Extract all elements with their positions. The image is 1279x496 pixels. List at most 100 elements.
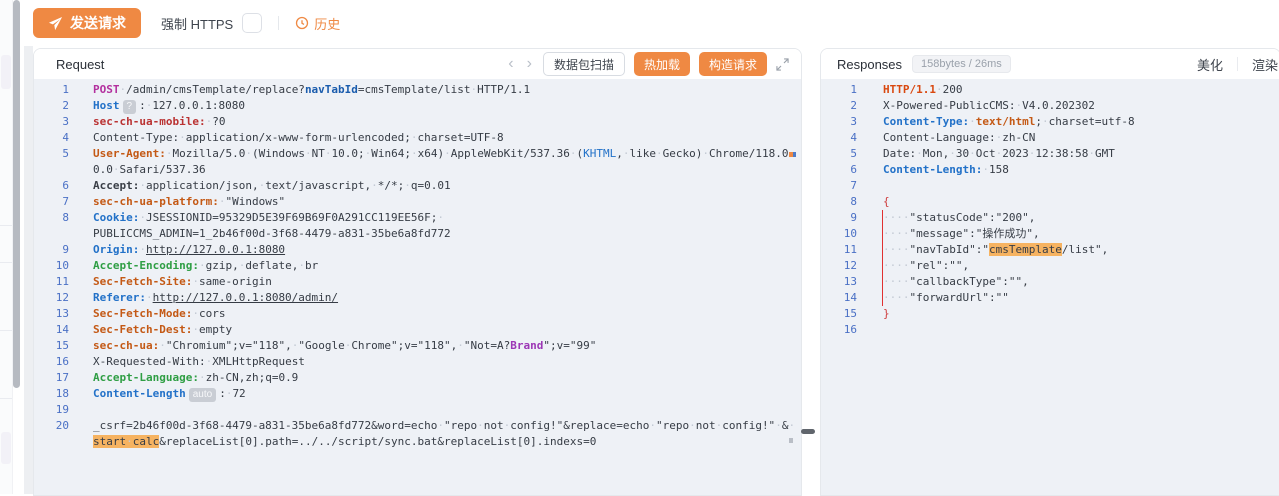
code-line[interactable]: 3Content-Type:·text/html;·charset=utf-8 — [821, 114, 1279, 130]
line-content[interactable]: ····"callbackType":"", — [883, 274, 1279, 290]
line-content[interactable]: Sec-Fetch-Mode:·cors — [93, 306, 801, 322]
line-number[interactable]: 18 — [34, 386, 93, 402]
line-number[interactable]: 12 — [34, 290, 93, 306]
line-content[interactable]: POST·/admin/cmsTemplate/replace?navTabId… — [93, 82, 801, 98]
line-number[interactable]: 17 — [34, 370, 93, 386]
line-number[interactable]: 1 — [34, 82, 93, 98]
line-content[interactable]: Content-Length:·158 — [883, 162, 1279, 178]
line-content[interactable]: Host?:·127.0.0.1:8080 — [93, 98, 801, 114]
line-number[interactable]: 4 — [821, 130, 883, 146]
line-number[interactable]: 15 — [34, 338, 93, 354]
line-number[interactable]: 10 — [821, 226, 883, 242]
code-line[interactable]: 16X-Requested-With:·XMLHttpRequest — [34, 354, 801, 370]
line-content[interactable]: Accept-Language:·zh-CN,zh;q=0.9 — [93, 370, 801, 386]
code-line[interactable]: 12Referer:·http://127.0.0.1:8080/admin/ — [34, 290, 801, 306]
line-content[interactable]: ····"navTabId":"cmsTemplate/list", — [883, 242, 1279, 258]
line-number[interactable]: 13 — [34, 306, 93, 322]
line-content[interactable]: HTTP/1.1·200 — [883, 82, 1279, 98]
sidebar-scrollbar[interactable] — [13, 0, 20, 388]
line-number[interactable]: 9 — [34, 242, 93, 258]
code-line[interactable]: 19 — [34, 402, 801, 418]
code-line[interactable]: 13Sec-Fetch-Mode:·cors — [34, 306, 801, 322]
line-number[interactable]: 6 — [34, 178, 93, 194]
code-line[interactable]: 7sec-ch-ua-platform:·"Windows" — [34, 194, 801, 210]
line-content[interactable]: Sec-Fetch-Dest:·empty — [93, 322, 801, 338]
line-number[interactable]: 16 — [34, 354, 93, 370]
line-number[interactable]: 13 — [821, 274, 883, 290]
code-line[interactable]: 1HTTP/1.1·200 — [821, 82, 1279, 98]
line-content[interactable]: X-Requested-With:·XMLHttpRequest — [93, 354, 801, 370]
line-number[interactable]: 11 — [821, 242, 883, 258]
line-content[interactable]: Content-Language:·zh-CN — [883, 130, 1279, 146]
beautify-button[interactable]: 美化 — [1197, 55, 1223, 74]
line-content[interactable]: sec-ch-ua-mobile:·?0 — [93, 114, 801, 130]
line-number[interactable]: 3 — [821, 114, 883, 130]
code-line[interactable]: 2Host?:·127.0.0.1:8080 — [34, 98, 801, 114]
code-line[interactable]: 4Content-Type:·application/x-www-form-ur… — [34, 130, 801, 146]
line-number[interactable]: 5 — [34, 146, 93, 178]
line-number[interactable]: 4 — [34, 130, 93, 146]
line-content[interactable]: Accept-Encoding:·gzip,·deflate,·br — [93, 258, 801, 274]
line-content[interactable]: X-Powered-PublicCMS:·V4.0.202302 — [883, 98, 1279, 114]
code-line[interactable]: 16 — [821, 322, 1279, 338]
line-content[interactable]: Cookie:·JSESSIONID=95329D5E39F69B69F0A29… — [93, 210, 801, 242]
code-line[interactable]: 10····"message":"操作成功", — [821, 226, 1279, 242]
code-line[interactable]: 11Sec-Fetch-Site:·same-origin — [34, 274, 801, 290]
fullscreen-icon[interactable] — [776, 58, 789, 71]
line-number[interactable]: 9 — [821, 210, 883, 226]
line-number[interactable]: 14 — [34, 322, 93, 338]
code-line[interactable]: 10Accept-Encoding:·gzip,·deflate,·br — [34, 258, 801, 274]
send-request-button[interactable]: 发送请求 — [33, 8, 141, 38]
line-number[interactable]: 12 — [821, 258, 883, 274]
line-number[interactable]: 1 — [821, 82, 883, 98]
code-line[interactable]: 15} — [821, 306, 1279, 322]
line-content[interactable]: { — [883, 194, 1279, 210]
line-number[interactable]: 7 — [821, 178, 883, 194]
panel-splitter-handle[interactable] — [801, 429, 815, 434]
chevron-right-icon[interactable]: › — [525, 56, 534, 72]
code-line[interactable]: 3sec-ch-ua-mobile:·?0 — [34, 114, 801, 130]
response-editor[interactable]: 1HTTP/1.1·2002X-Powered-PublicCMS:·V4.0.… — [821, 79, 1279, 495]
line-number[interactable]: 19 — [34, 402, 93, 418]
line-number[interactable]: 3 — [34, 114, 93, 130]
code-line[interactable]: 4Content-Language:·zh-CN — [821, 130, 1279, 146]
line-number[interactable]: 2 — [34, 98, 93, 114]
code-line[interactable]: 12····"rel":"", — [821, 258, 1279, 274]
code-line[interactable]: 15sec-ch-ua:·"Chromium";v="118",·"Google… — [34, 338, 801, 354]
build-request-button[interactable]: 构造请求 — [699, 52, 767, 76]
code-line[interactable]: 9····"statusCode":"200", — [821, 210, 1279, 226]
code-line[interactable]: 1POST·/admin/cmsTemplate/replace?navTabI… — [34, 82, 801, 98]
code-line[interactable]: 17Accept-Language:·zh-CN,zh;q=0.9 — [34, 370, 801, 386]
code-line[interactable]: 11····"navTabId":"cmsTemplate/list", — [821, 242, 1279, 258]
line-content[interactable]: _csrf=2b46f00d-3f68-4479-a831-35be6a8fd7… — [93, 418, 801, 450]
code-line[interactable]: 5Date:·Mon,·30·Oct·2023·12:38:58·GMT — [821, 146, 1279, 162]
render-button[interactable]: 渲染 — [1252, 55, 1278, 74]
code-line[interactable]: 7 — [821, 178, 1279, 194]
line-number[interactable]: 20 — [34, 418, 93, 450]
line-content[interactable]: ····"forwardUrl":"" — [883, 290, 1279, 306]
code-line[interactable]: 14····"forwardUrl":"" — [821, 290, 1279, 306]
line-content[interactable] — [883, 322, 1279, 338]
line-content[interactable]: Sec-Fetch-Site:·same-origin — [93, 274, 801, 290]
line-number[interactable]: 14 — [821, 290, 883, 306]
line-number[interactable]: 8 — [34, 210, 93, 242]
line-content[interactable]: } — [883, 306, 1279, 322]
line-content[interactable]: Referer:·http://127.0.0.1:8080/admin/ — [93, 290, 801, 306]
code-line[interactable]: 13····"callbackType":"", — [821, 274, 1279, 290]
line-number[interactable]: 7 — [34, 194, 93, 210]
line-content[interactable]: ····"rel":"", — [883, 258, 1279, 274]
line-number[interactable]: 10 — [34, 258, 93, 274]
line-content[interactable]: Content-Type:·application/x-www-form-url… — [93, 130, 801, 146]
code-line[interactable]: 2X-Powered-PublicCMS:·V4.0.202302 — [821, 98, 1279, 114]
line-number[interactable]: 2 — [821, 98, 883, 114]
line-content[interactable] — [883, 178, 1279, 194]
line-number[interactable]: 8 — [821, 194, 883, 210]
line-content[interactable] — [93, 402, 801, 418]
line-content[interactable]: ····"message":"操作成功", — [883, 226, 1279, 242]
code-line[interactable]: 5User-Agent:·Mozilla/5.0·(Windows·NT·10.… — [34, 146, 801, 178]
history-button[interactable]: 历史 — [295, 14, 340, 33]
code-line[interactable]: 20_csrf=2b46f00d-3f68-4479-a831-35be6a8f… — [34, 418, 801, 450]
line-content[interactable]: ····"statusCode":"200", — [883, 210, 1279, 226]
line-number[interactable]: 6 — [821, 162, 883, 178]
line-content[interactable]: Origin:·http://127.0.0.1:8080 — [93, 242, 801, 258]
